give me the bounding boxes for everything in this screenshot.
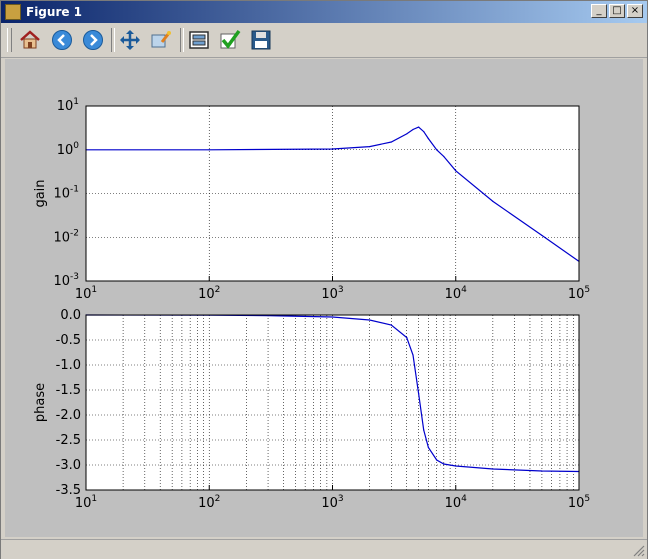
data-point (541, 234, 543, 237)
save-button[interactable] (249, 28, 273, 52)
y-tick-label: -3.0 (56, 458, 81, 473)
data-point (406, 336, 408, 339)
arrow-left-icon (52, 30, 72, 50)
x-tick-label: 103 (321, 494, 343, 511)
data-point (436, 149, 438, 151)
data-point (443, 155, 445, 158)
y-tick-label: 100 (57, 141, 80, 158)
data-point (208, 149, 210, 151)
data-point (436, 459, 438, 461)
data-point (390, 324, 392, 326)
x-tick-label: 105 (568, 285, 590, 302)
checkmark-icon (220, 29, 241, 49)
data-point (369, 146, 371, 148)
y-tick-label: 10-1 (53, 185, 79, 202)
subplots-icon (189, 31, 209, 49)
data-point (423, 130, 425, 133)
close-button[interactable]: × (627, 4, 643, 18)
data-point (443, 463, 445, 465)
phase-axes: 101 102 103 104 1050.0-0.5-1.0-1.5-2.0-2.5-3… (33, 308, 590, 511)
data-point (331, 148, 334, 150)
toolbar (1, 23, 647, 58)
zoom-rect-icon (151, 31, 171, 48)
subplots-button[interactable] (187, 28, 211, 52)
y-tick-label: -0.5 (56, 333, 81, 348)
edit-button[interactable] (218, 28, 242, 52)
y-tick-label: 10-2 (53, 228, 79, 245)
toolbar-separator (180, 28, 184, 52)
data-point (455, 170, 457, 172)
y-tick-label: -3.5 (56, 483, 81, 498)
x-tick-label: 105 (568, 494, 590, 511)
data-point (427, 137, 430, 140)
data-point (412, 128, 414, 131)
data-point (331, 316, 334, 318)
y-tick-label: 101 (57, 97, 79, 114)
pan-button[interactable] (118, 28, 142, 52)
y-tick-label: 0.0 (60, 308, 81, 323)
zoom-button[interactable] (149, 28, 173, 52)
plot-svg: 101 102 103 104 10510-310-210-1100101gain 10… (33, 97, 590, 511)
x-tick-label: 101 (75, 285, 97, 302)
window-controls: _ □ × (591, 4, 643, 18)
x-tick-label: 102 (198, 285, 220, 302)
resize-grip-icon[interactable] (633, 545, 645, 557)
gain-axes: 101 102 103 104 10510-310-210-1100101gain (33, 97, 590, 302)
toolbar-grip[interactable] (7, 28, 12, 52)
data-point (369, 319, 371, 321)
y-tick-label: -1.0 (56, 358, 81, 373)
y-axis-label: phase (33, 383, 48, 422)
window-title: Figure 1 (26, 5, 83, 19)
data-point (406, 133, 408, 135)
figure-canvas[interactable]: 101 102 103 104 105 10-3 10-2 10-1 100 101 gain 10… (5, 59, 643, 537)
title-bar[interactable]: Figure 1 _ □ × (1, 1, 647, 23)
arrow-right-icon (83, 30, 103, 50)
x-tick-label: 104 (445, 494, 468, 511)
x-tick-label: 103 (321, 285, 343, 302)
toolbar-separator (111, 28, 115, 52)
maximize-button[interactable]: □ (609, 4, 625, 18)
back-button[interactable] (50, 28, 74, 52)
data-point (418, 126, 420, 128)
app-icon (5, 4, 21, 20)
forward-button[interactable] (81, 28, 105, 52)
y-tick-label: -2.0 (56, 408, 81, 423)
y-axis-label: gain (33, 179, 48, 207)
y-tick-label: -1.5 (56, 383, 81, 398)
move-arrows-icon (120, 30, 140, 50)
data-point (427, 446, 430, 449)
x-tick-label: 102 (198, 494, 220, 511)
floppy-disk-icon (251, 30, 271, 50)
y-tick-label: -2.5 (56, 433, 81, 448)
figure-window: Figure 1 _ □ × 101 102 103 104 105 10-3 … (0, 0, 648, 559)
data-point (541, 470, 543, 472)
data-point (492, 200, 494, 202)
data-point (455, 465, 457, 467)
data-point (390, 141, 392, 143)
minimize-button[interactable]: _ (591, 4, 607, 18)
home-icon (20, 30, 40, 49)
status-bar (1, 539, 647, 559)
data-point (418, 392, 420, 395)
data-point (423, 429, 425, 431)
x-tick-label: 104 (445, 285, 468, 302)
data-point (492, 468, 494, 470)
data-point (412, 354, 414, 356)
home-button[interactable] (18, 28, 42, 52)
